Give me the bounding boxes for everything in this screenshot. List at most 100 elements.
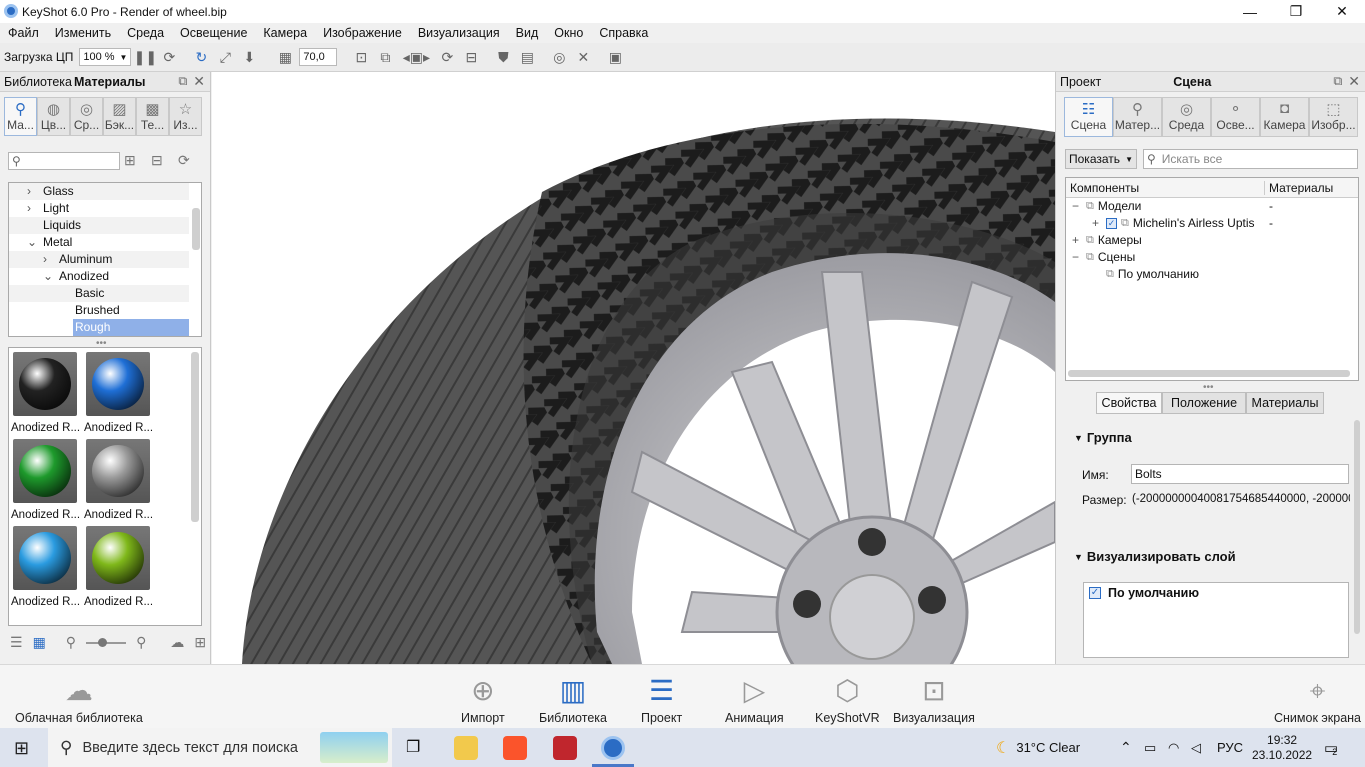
show-dropdown[interactable]: Показать ▼ — [1065, 149, 1137, 169]
tree-scrollbar[interactable] — [192, 208, 200, 250]
scale-icon[interactable]: ✕ — [573, 47, 593, 67]
battery-icon[interactable]: ▭ — [1144, 728, 1156, 767]
checkbox-checked-icon[interactable]: ✓ — [1089, 587, 1101, 599]
remove-folder-icon[interactable]: ⊟ — [151, 152, 163, 169]
scene-tree-item[interactable]: + ⧉ Камеры — [1066, 232, 1358, 249]
expand-arrow-icon[interactable]: › — [27, 200, 43, 217]
close-button[interactable]: ✕ — [1319, 0, 1365, 23]
script-console-icon[interactable]: ▣ — [605, 47, 625, 67]
restore-button[interactable]: ❐ — [1273, 0, 1319, 23]
material-thumbnail[interactable] — [86, 439, 150, 503]
tab-scene[interactable]: ☷ Сцена — [1064, 97, 1113, 137]
language-indicator[interactable]: РУС — [1217, 728, 1243, 767]
expand-arrow-icon[interactable]: › — [27, 183, 43, 200]
tab-lighting[interactable]: ⚬ Осве... — [1211, 97, 1260, 137]
camera-prev-next-icon[interactable]: ◂▣▸ — [399, 47, 433, 67]
menu-view[interactable]: Вид — [508, 26, 547, 40]
render-layer-section-header[interactable]: ▼ Визуализировать слой — [1074, 549, 1236, 564]
checkbox-checked-icon[interactable]: ✓ — [1106, 218, 1117, 229]
menu-image[interactable]: Изображение — [315, 26, 410, 40]
menu-lighting[interactable]: Освещение — [172, 26, 255, 40]
render-layer-item[interactable]: ✓ По умолчанию — [1084, 583, 1348, 603]
expand-toggle-icon[interactable]: − — [1072, 198, 1086, 215]
library-tree-item[interactable]: ⌄ Metal — [9, 234, 189, 251]
cloud-library-button[interactable]: ☁ Облачная библиотека — [15, 671, 143, 725]
project-button[interactable]: ☰ Проект — [641, 671, 682, 725]
tab-camera[interactable]: ◘ Камера — [1260, 97, 1309, 137]
expand-arrow-icon[interactable]: ⌄ — [43, 268, 59, 285]
import-folder-icon[interactable]: ⊞ — [194, 634, 206, 651]
library-tree-item[interactable]: ⌄ Anodized — [9, 268, 189, 285]
panel-close-icon[interactable]: ✕ — [193, 73, 205, 90]
thumbs-scrollbar[interactable] — [191, 352, 199, 522]
tab-environment[interactable]: ◎ Среда — [1162, 97, 1211, 137]
taskbar-search-box[interactable]: ⚲ Введите здесь текст для поиска — [48, 728, 392, 767]
upload-icon[interactable]: ☁ — [170, 634, 184, 651]
library-tree-item[interactable]: Rough — [73, 319, 189, 336]
clock[interactable]: 19:32 23.10.2022 — [1252, 728, 1312, 767]
list-view-icon[interactable]: ☰ — [10, 634, 23, 651]
tab-textures[interactable]: ▩ Те... — [136, 97, 169, 136]
library-tree-item[interactable]: › Glass — [9, 183, 189, 200]
add-folder-icon[interactable]: ⊞ — [124, 152, 136, 169]
zoom-in-icon[interactable]: ⚲ — [136, 634, 146, 651]
network-icon[interactable]: ◠ — [1168, 728, 1179, 767]
panel-close-icon[interactable]: ✕ — [1348, 73, 1360, 90]
undock-icon[interactable]: ⧉ — [1333, 74, 1342, 89]
menu-edit[interactable]: Изменить — [47, 26, 119, 40]
tab-favorites[interactable]: ☆ Из... — [169, 97, 202, 136]
geometry-view-icon[interactable]: ◎ — [549, 47, 569, 67]
slider-thumb[interactable] — [98, 637, 108, 647]
material-thumbnail[interactable] — [13, 526, 77, 590]
scene-tree-item[interactable]: − ⧉ Модели - — [1066, 198, 1358, 215]
menu-render[interactable]: Визуализация — [410, 26, 508, 40]
undock-icon[interactable]: ⧉ — [178, 74, 187, 89]
grid-view-icon[interactable]: ▦ — [33, 634, 46, 651]
material-thumbnail[interactable] — [13, 352, 77, 416]
col-materials[interactable]: Материалы — [1265, 181, 1333, 195]
library-tree-item[interactable]: Liquids — [9, 217, 189, 234]
properties-scrollbar[interactable] — [1354, 420, 1360, 634]
performance-mode-icon[interactable]: ⟳ — [159, 47, 179, 67]
tab-environments[interactable]: ◎ Ср... — [70, 97, 103, 136]
scene-tree-item[interactable]: ⧉ По умолчанию — [1066, 266, 1358, 283]
project-title-left[interactable]: Проект — [1060, 75, 1101, 89]
scene-search-input[interactable]: ⚲ Искать все — [1143, 149, 1358, 169]
drop-to-ground-icon[interactable]: ⬇ — [239, 47, 259, 67]
scene-tree-item[interactable]: − ⧉ Сцены — [1066, 249, 1358, 266]
reset-camera-icon[interactable]: ⟳ — [437, 47, 457, 67]
library-tree-item[interactable]: › Aluminum — [9, 251, 189, 268]
menu-file[interactable]: Файл — [0, 26, 47, 40]
fit-view-icon[interactable]: ⤢ — [215, 47, 235, 67]
task-view-icon[interactable]: ❐ — [406, 737, 420, 757]
windows-start-icon[interactable]: ⊞ — [14, 738, 29, 759]
scene-tree-hscrollbar[interactable] — [1068, 370, 1350, 377]
minimize-button[interactable]: — — [1227, 0, 1273, 23]
expand-toggle-icon[interactable]: − — [1072, 249, 1086, 266]
notification-center[interactable]: ▭ 2 — [1324, 728, 1338, 767]
name-input[interactable]: Bolts — [1131, 464, 1349, 484]
keyshot-taskbar-icon[interactable] — [601, 736, 625, 760]
menu-camera[interactable]: Камера — [255, 26, 315, 40]
file-explorer-icon[interactable] — [454, 736, 478, 760]
cpu-usage-select[interactable]: 100 % ▼ — [79, 48, 132, 66]
expand-arrow-icon[interactable]: › — [43, 251, 59, 268]
library-tree-item[interactable]: Brushed — [9, 302, 189, 319]
subtab-materials[interactable]: Материалы — [1246, 392, 1324, 414]
screenshot-button[interactable]: ⌖ Снимок экрана — [1274, 671, 1361, 725]
expand-toggle-icon[interactable]: + — [1092, 215, 1106, 232]
pause-icon[interactable]: ❚❚ — [134, 47, 157, 67]
volume-icon[interactable]: ◁ — [1191, 728, 1201, 767]
material-thumbnail[interactable] — [13, 439, 77, 503]
library-tree-item[interactable]: › Light — [9, 200, 189, 217]
animation-button[interactable]: ▷ Анимация — [725, 671, 784, 725]
library-button[interactable]: ▥ Библиотека — [539, 671, 607, 725]
expand-arrow-icon[interactable]: ⌄ — [27, 234, 43, 251]
menu-environment[interactable]: Среда — [119, 26, 172, 40]
refresh-library-icon[interactable]: ⟳ — [178, 152, 190, 169]
camera-add-icon[interactable]: ⊡ — [351, 47, 371, 67]
import-button[interactable]: ⊕ Импорт — [461, 671, 505, 725]
library-title-left[interactable]: Библиотека — [4, 75, 72, 89]
thumb-size-slider[interactable] — [86, 637, 127, 647]
subtab-properties[interactable]: Свойства — [1096, 392, 1162, 414]
